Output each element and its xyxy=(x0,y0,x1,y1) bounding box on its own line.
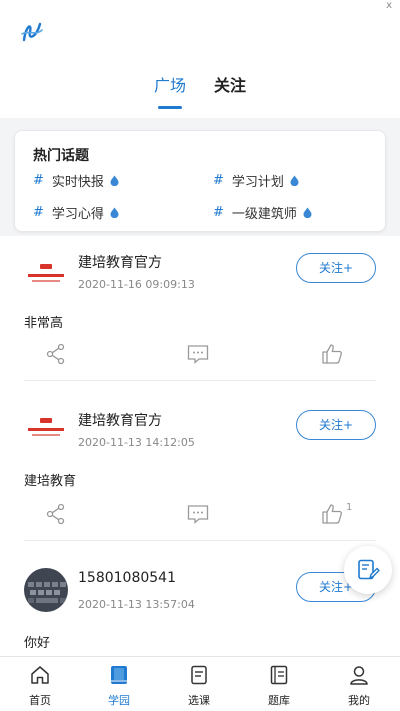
nav-label: 选课 xyxy=(188,694,210,707)
hot-topics-title: 热门话题 xyxy=(33,148,89,164)
hash-icon: # xyxy=(33,204,44,220)
post-divider xyxy=(24,380,376,381)
topic-label: 一级建筑师 xyxy=(231,206,297,222)
post-time: 2020-11-13 14:12:05 xyxy=(78,436,195,449)
nav-question-bank[interactable]: 题库 xyxy=(244,657,314,711)
hash-icon: # xyxy=(213,204,224,220)
fire-drop-icon xyxy=(110,175,119,186)
post-time: 2020-11-13 13:57:04 xyxy=(78,598,195,611)
question-bank-icon xyxy=(270,665,288,685)
post-content[interactable]: 非常高 xyxy=(24,312,63,331)
topic-label: 学习心得 xyxy=(51,206,104,222)
fire-drop-icon xyxy=(290,175,299,186)
brand-avatar-icon xyxy=(24,252,68,296)
top-header: x 广场 关注 xyxy=(0,0,400,118)
close-glyph: x xyxy=(386,0,392,11)
share-icon[interactable] xyxy=(44,502,68,526)
topic-item[interactable]: # 学习计划 xyxy=(213,171,299,190)
tab-square[interactable]: 广场 xyxy=(154,72,186,100)
topic-item[interactable]: # 实时快报 xyxy=(33,171,119,190)
book-icon xyxy=(111,666,127,684)
brand-avatar-icon xyxy=(24,406,68,450)
user-icon xyxy=(350,666,368,685)
post-actions xyxy=(0,342,400,366)
fire-drop-icon xyxy=(110,207,119,218)
keyboard-photo-avatar-icon xyxy=(24,568,68,612)
app-logo-icon xyxy=(21,22,43,42)
hash-icon: # xyxy=(213,172,224,188)
nav-profile[interactable]: 我的 xyxy=(324,657,394,711)
hash-icon: # xyxy=(33,172,44,188)
post-content[interactable]: 建培教育 xyxy=(24,470,76,489)
topic-label: 实时快报 xyxy=(51,174,104,190)
like-count: 1 xyxy=(346,502,353,513)
comment-icon[interactable] xyxy=(186,342,210,366)
like-icon[interactable] xyxy=(320,502,344,526)
app-screen: x 广场 关注 热门话题 # 实时快报 # 学习计划 # 学习心得 # 一级建筑… xyxy=(0,0,400,711)
topic-item[interactable]: # 一级建筑师 xyxy=(213,203,312,222)
nav-label: 学园 xyxy=(108,694,130,707)
follow-button[interactable]: 关注+ xyxy=(296,253,376,283)
bottom-navigation: 首页 学园 选课 题库 我的 xyxy=(0,656,400,711)
active-tab-indicator xyxy=(158,106,182,109)
post-author[interactable]: 建培教育官方 xyxy=(78,410,162,430)
post-author[interactable]: 建培教育官方 xyxy=(78,252,162,272)
avatar[interactable] xyxy=(24,568,68,612)
hot-topics-card: 热门话题 # 实时快报 # 学习计划 # 学习心得 # 一级建筑师 xyxy=(14,130,386,232)
follow-button[interactable]: 关注+ xyxy=(296,410,376,440)
tab-bar: 广场 关注 xyxy=(0,72,400,112)
post-card: 15801080541 2020-11-13 13:57:04 关注+ 你好 xyxy=(0,546,400,656)
post-card: 建培教育官方 2020-11-13 14:12:05 关注+ 建培教育 1 xyxy=(0,386,400,541)
post-time: 2020-11-16 09:09:13 xyxy=(78,278,195,291)
nav-campus[interactable]: 学园 xyxy=(84,657,154,711)
avatar[interactable] xyxy=(24,252,68,296)
post-feed: 建培教育官方 2020-11-16 09:09:13 关注+ 非常高 建培教育官… xyxy=(0,236,400,656)
post-card: 建培教育官方 2020-11-16 09:09:13 关注+ 非常高 xyxy=(0,236,400,386)
like-icon[interactable] xyxy=(320,342,344,366)
edit-note-icon xyxy=(358,559,380,580)
tab-follow[interactable]: 关注 xyxy=(214,72,246,100)
share-icon[interactable] xyxy=(44,342,68,366)
post-actions: 1 xyxy=(0,502,400,526)
nav-home[interactable]: 首页 xyxy=(5,657,75,711)
post-divider xyxy=(24,540,376,541)
topic-label: 学习计划 xyxy=(231,174,284,190)
post-content[interactable]: 你好 xyxy=(24,632,50,651)
topic-item[interactable]: # 学习心得 xyxy=(33,203,119,222)
fire-drop-icon xyxy=(303,207,312,218)
course-icon xyxy=(191,665,207,685)
nav-label: 我的 xyxy=(348,694,370,707)
home-icon xyxy=(31,666,49,684)
comment-icon[interactable] xyxy=(186,502,210,526)
compose-button[interactable] xyxy=(344,546,392,594)
post-author[interactable]: 15801080541 xyxy=(78,570,176,586)
nav-label: 题库 xyxy=(268,694,290,707)
nav-label: 首页 xyxy=(29,694,51,707)
nav-courses[interactable]: 选课 xyxy=(164,657,234,711)
avatar[interactable] xyxy=(24,406,68,450)
